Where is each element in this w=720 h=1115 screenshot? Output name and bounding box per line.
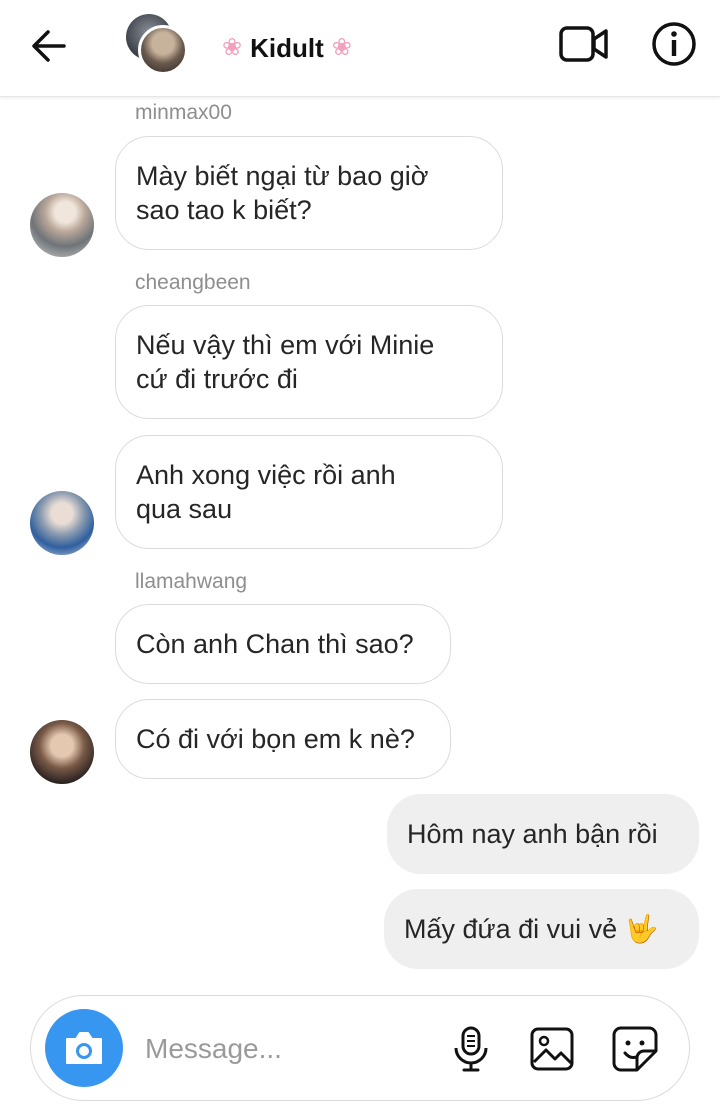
- avatar[interactable]: [30, 720, 94, 784]
- cherry-blossom-icon: ❀: [222, 34, 243, 61]
- group-avatar-member-2: [138, 25, 188, 75]
- chat-header: ❀ Kidult ❀: [0, 0, 720, 97]
- video-camera-icon[interactable]: [558, 22, 610, 66]
- message-line: Còn anh Chan thì sao?: [136, 629, 414, 659]
- info-icon[interactable]: [650, 20, 698, 68]
- group-avatar[interactable]: [124, 12, 190, 78]
- message-line: Nếu vậy thì em với Minie: [136, 330, 435, 360]
- chat-title: Kidult: [250, 32, 324, 63]
- message-line: Hôm nay anh bận rồi: [407, 819, 658, 849]
- message-bubble[interactable]: Nếu vậy thì em với Minie cứ đi trước đi: [115, 305, 503, 419]
- message-input[interactable]: [143, 1026, 427, 1072]
- message-bubble[interactable]: Còn anh Chan thì sao?: [115, 604, 451, 684]
- message-line: sao tao k biết?: [136, 195, 312, 225]
- sender-name: minmax00: [135, 101, 232, 124]
- chat-title-button[interactable]: ❀ Kidult ❀: [222, 30, 352, 66]
- cherry-blossom-icon: ❀: [331, 34, 352, 61]
- back-arrow-icon[interactable]: [28, 26, 72, 66]
- message-line: qua sau: [136, 494, 233, 524]
- message-bubble[interactable]: Mày biết ngại từ bao giờ sao tao k biết?: [115, 136, 503, 250]
- microphone-icon[interactable]: [449, 1026, 493, 1072]
- gallery-icon[interactable]: [529, 1026, 575, 1072]
- message-composer: [30, 995, 690, 1101]
- sender-name: cheangbeen: [135, 271, 251, 294]
- message-line: Mày biết ngại từ bao giờ: [136, 161, 429, 191]
- avatar[interactable]: [30, 491, 94, 555]
- sticker-icon[interactable]: [611, 1025, 659, 1073]
- message-bubble[interactable]: Có đi với bọn em k nè?: [115, 699, 451, 779]
- message-line: cứ đi trước đi: [136, 364, 298, 394]
- message-bubble-mine[interactable]: Mấy đứa đi vui vẻ 🤟: [384, 889, 699, 969]
- message-bubble-mine[interactable]: Hôm nay anh bận rồi: [387, 794, 699, 874]
- message-line: Mấy đứa đi vui vẻ 🤟: [404, 914, 659, 944]
- message-bubble[interactable]: Anh xong việc rồi anh qua sau: [115, 435, 503, 549]
- sender-name: llamahwang: [135, 570, 248, 593]
- message-line: Có đi với bọn em k nè?: [136, 724, 415, 754]
- message-line: Anh xong việc rồi anh: [136, 460, 396, 490]
- avatar[interactable]: [30, 193, 94, 257]
- camera-icon[interactable]: [45, 1009, 123, 1087]
